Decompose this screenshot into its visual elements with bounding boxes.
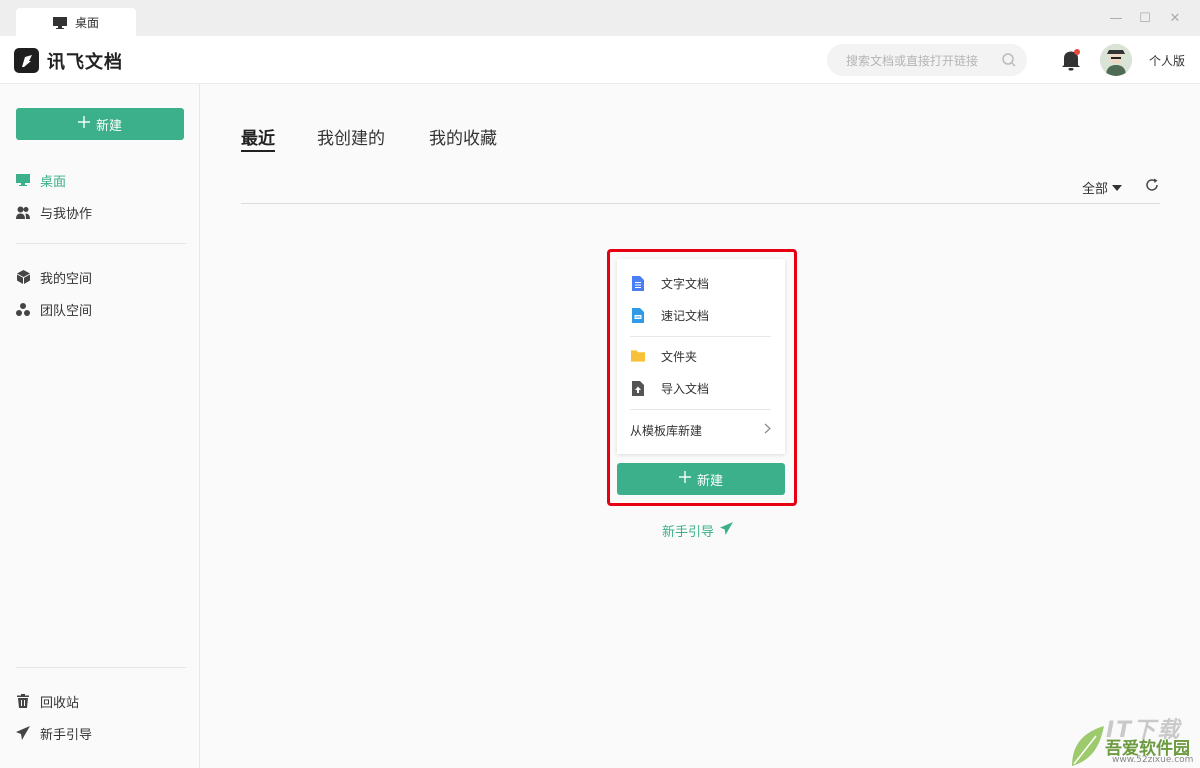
menu-item-label: 文字文档 <box>661 276 710 291</box>
app-header: 讯飞文档 搜索文档或直接打开链接 个人版 <box>0 36 1200 84</box>
watermark-line3: www.52zixue.com <box>1112 755 1194 765</box>
monitor-icon <box>52 16 67 29</box>
cube-icon <box>16 270 30 284</box>
sidebar-item-label: 桌面 <box>40 174 67 190</box>
bell-icon[interactable] <box>1061 48 1081 72</box>
doc-icon <box>631 275 645 291</box>
sidebar-item-label: 回收站 <box>40 695 80 711</box>
menu-item-label: 导入文档 <box>661 381 710 396</box>
sidebar-item-collab[interactable]: 与我协作 <box>16 200 92 224</box>
chevron-right-icon <box>764 423 771 437</box>
users-icon <box>16 205 30 219</box>
menu-item-folder[interactable]: 文件夹 <box>631 346 697 366</box>
create-menu: 文字文档 速记文档 文件夹 导入文档 从模板库新建 <box>617 259 785 454</box>
menu-item-from-template[interactable]: 从模板库新建 <box>630 420 771 440</box>
search-placeholder: 搜索文档或直接打开链接 <box>846 53 979 68</box>
menu-divider <box>630 336 771 337</box>
sidebar-item-label: 新手引导 <box>40 727 93 743</box>
menu-item-shorthand-doc[interactable]: 速记文档 <box>631 305 709 325</box>
app-brand: 讯飞文档 <box>47 52 123 73</box>
search-input[interactable]: 搜索文档或直接打开链接 <box>827 44 1027 76</box>
menu-item-text-doc[interactable]: 文字文档 <box>631 273 709 293</box>
search-icon[interactable] <box>1001 52 1017 68</box>
app-logo <box>14 48 39 73</box>
main-new-button[interactable]: 新建 <box>617 463 785 495</box>
sidebar-divider <box>16 667 186 668</box>
minimize-button[interactable]: — <box>1108 10 1124 26</box>
folder-icon <box>631 348 645 364</box>
filter-dropdown[interactable]: 全部 <box>1082 178 1123 197</box>
plus-icon <box>77 116 90 132</box>
sidebar-item-desktop[interactable]: 桌面 <box>16 168 66 192</box>
window-tab-desktop[interactable]: 桌面 <box>16 8 136 36</box>
menu-item-label: 文件夹 <box>661 349 698 364</box>
sidebar-new-label: 新建 <box>95 118 122 134</box>
paper-plane-icon <box>720 522 734 539</box>
sidebar-new-button[interactable]: 新建 <box>16 108 184 140</box>
tab-favorites[interactable]: 我的收藏 <box>429 124 497 152</box>
sidebar-item-trash[interactable]: 回收站 <box>16 689 79 713</box>
sidebar-item-guide[interactable]: 新手引导 <box>16 721 92 745</box>
edition-label[interactable]: 个人版 <box>1149 52 1185 69</box>
sidebar-divider <box>16 243 186 244</box>
sidebar-item-label: 团队空间 <box>40 303 93 319</box>
filter-label: 全部 <box>1082 182 1109 197</box>
window-titlebar: 桌面 — ☐ ✕ <box>0 0 1200 36</box>
watermark: IT下载 吾爱软件园 www.52zixue.com <box>1068 712 1200 768</box>
menu-item-import[interactable]: 导入文档 <box>631 378 709 398</box>
maximize-button[interactable]: ☐ <box>1137 10 1153 26</box>
sidebar-item-my-space[interactable]: 我的空间 <box>16 265 92 289</box>
refresh-icon[interactable] <box>1144 177 1160 193</box>
main-new-label: 新建 <box>696 473 723 489</box>
close-button[interactable]: ✕ <box>1167 10 1183 26</box>
window-tab-label: 桌面 <box>74 15 99 30</box>
menu-item-label: 从模板库新建 <box>630 423 703 438</box>
shorthand-doc-icon <box>631 307 645 323</box>
trash-icon <box>16 694 30 708</box>
paper-plane-icon <box>16 726 30 740</box>
caret-down-icon <box>1112 180 1123 195</box>
sidebar-item-team-space[interactable]: 团队空间 <box>16 297 92 321</box>
import-icon <box>631 380 645 396</box>
leaf-logo-icon <box>1072 726 1104 766</box>
sidebar-item-label: 我的空间 <box>40 271 93 287</box>
avatar[interactable] <box>1100 44 1132 76</box>
sidebar-item-label: 与我协作 <box>40 206 93 222</box>
menu-divider <box>630 409 771 410</box>
monitor-icon <box>16 173 30 187</box>
content-divider <box>241 203 1160 204</box>
menu-item-label: 速记文档 <box>661 308 710 323</box>
team-icon <box>16 302 30 316</box>
tab-recent[interactable]: 最近 <box>241 124 275 152</box>
sidebar: 新建 桌面 与我协作 我的空间 团队空间 回收站 新手引导 <box>0 84 200 768</box>
guide-label: 新手引导 <box>662 525 715 540</box>
beginner-guide-link[interactable]: 新手引导 <box>662 521 734 540</box>
plus-icon <box>678 471 691 487</box>
tab-created-by-me[interactable]: 我创建的 <box>317 124 385 152</box>
